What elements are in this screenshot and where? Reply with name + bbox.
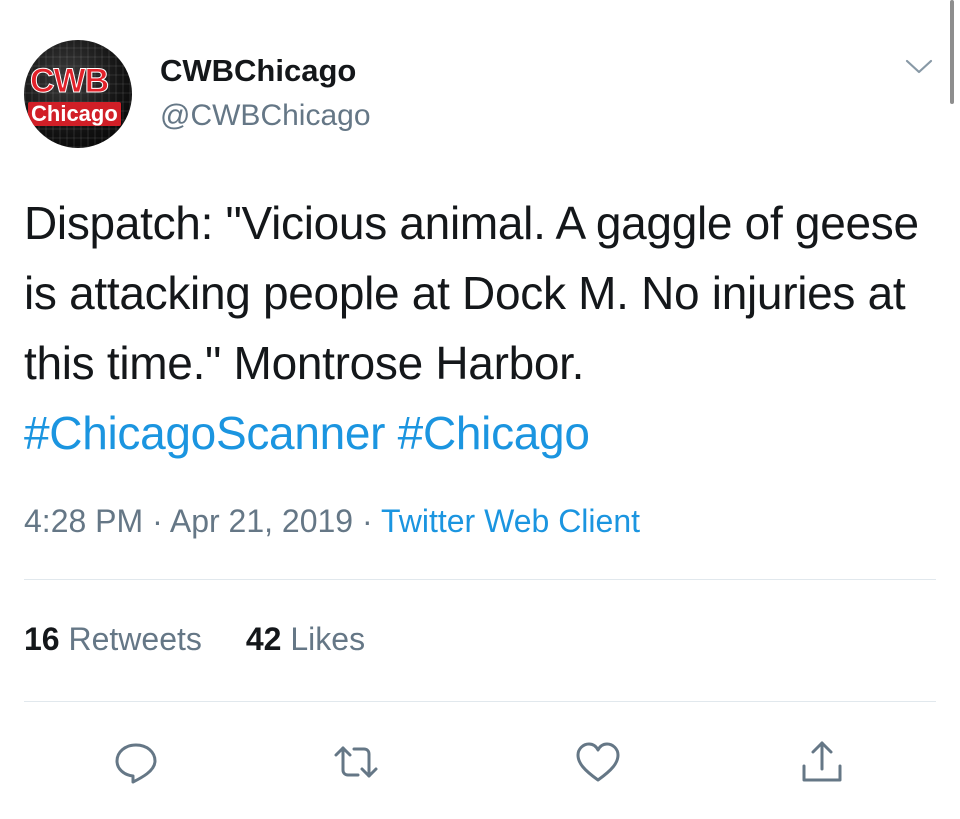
tweet-date[interactable]: Apr 21, 2019 xyxy=(170,503,353,539)
retweet-button[interactable] xyxy=(332,738,380,786)
share-icon xyxy=(802,741,842,782)
tweet-client-link[interactable]: Twitter Web Client xyxy=(381,503,640,539)
reply-icon xyxy=(115,743,157,784)
like-button[interactable] xyxy=(574,738,622,786)
display-name[interactable]: CWBChicago xyxy=(160,53,356,88)
avatar-logo-subtext: Chicago xyxy=(28,101,121,127)
hashtag-chicago[interactable]: #Chicago xyxy=(398,407,590,459)
divider xyxy=(24,579,936,580)
scrollbar[interactable] xyxy=(950,0,954,104)
chevron-down-icon[interactable] xyxy=(904,56,934,78)
likes-label: Likes xyxy=(290,621,366,657)
divider xyxy=(24,701,936,702)
hashtag-chicagoscanner[interactable]: #ChicagoScanner xyxy=(24,407,385,459)
likes-stat[interactable]: 42 Likes xyxy=(246,620,365,658)
tweet-stats: 16 Retweets 42 Likes xyxy=(24,620,409,658)
reply-button[interactable] xyxy=(112,738,160,786)
user-handle[interactable]: @CWBChicago xyxy=(160,99,371,132)
tweet-time[interactable]: 4:28 PM xyxy=(24,503,143,539)
tweet-card: CWB Chicago CWBChicago @CWBChicago Dispa… xyxy=(0,0,960,819)
avatar[interactable]: CWB Chicago xyxy=(24,40,132,148)
tweet-body: Dispatch: "Vicious animal. A gaggle of g… xyxy=(24,197,919,389)
retweets-stat[interactable]: 16 Retweets xyxy=(24,620,202,658)
retweets-count: 16 xyxy=(24,621,60,657)
avatar-logo-text: CWB xyxy=(29,62,109,100)
retweet-icon xyxy=(334,746,378,778)
like-icon xyxy=(576,742,620,782)
tweet-text: Dispatch: "Vicious animal. A gaggle of g… xyxy=(24,188,936,468)
likes-count: 42 xyxy=(245,621,282,657)
tweet-metadata: 4:28 PM · Apr 21, 2019 · Twitter Web Cli… xyxy=(24,502,640,540)
meta-separator: · xyxy=(143,503,170,539)
retweets-label: Retweets xyxy=(68,621,202,657)
share-button[interactable] xyxy=(798,738,846,786)
meta-separator: · xyxy=(353,503,381,539)
